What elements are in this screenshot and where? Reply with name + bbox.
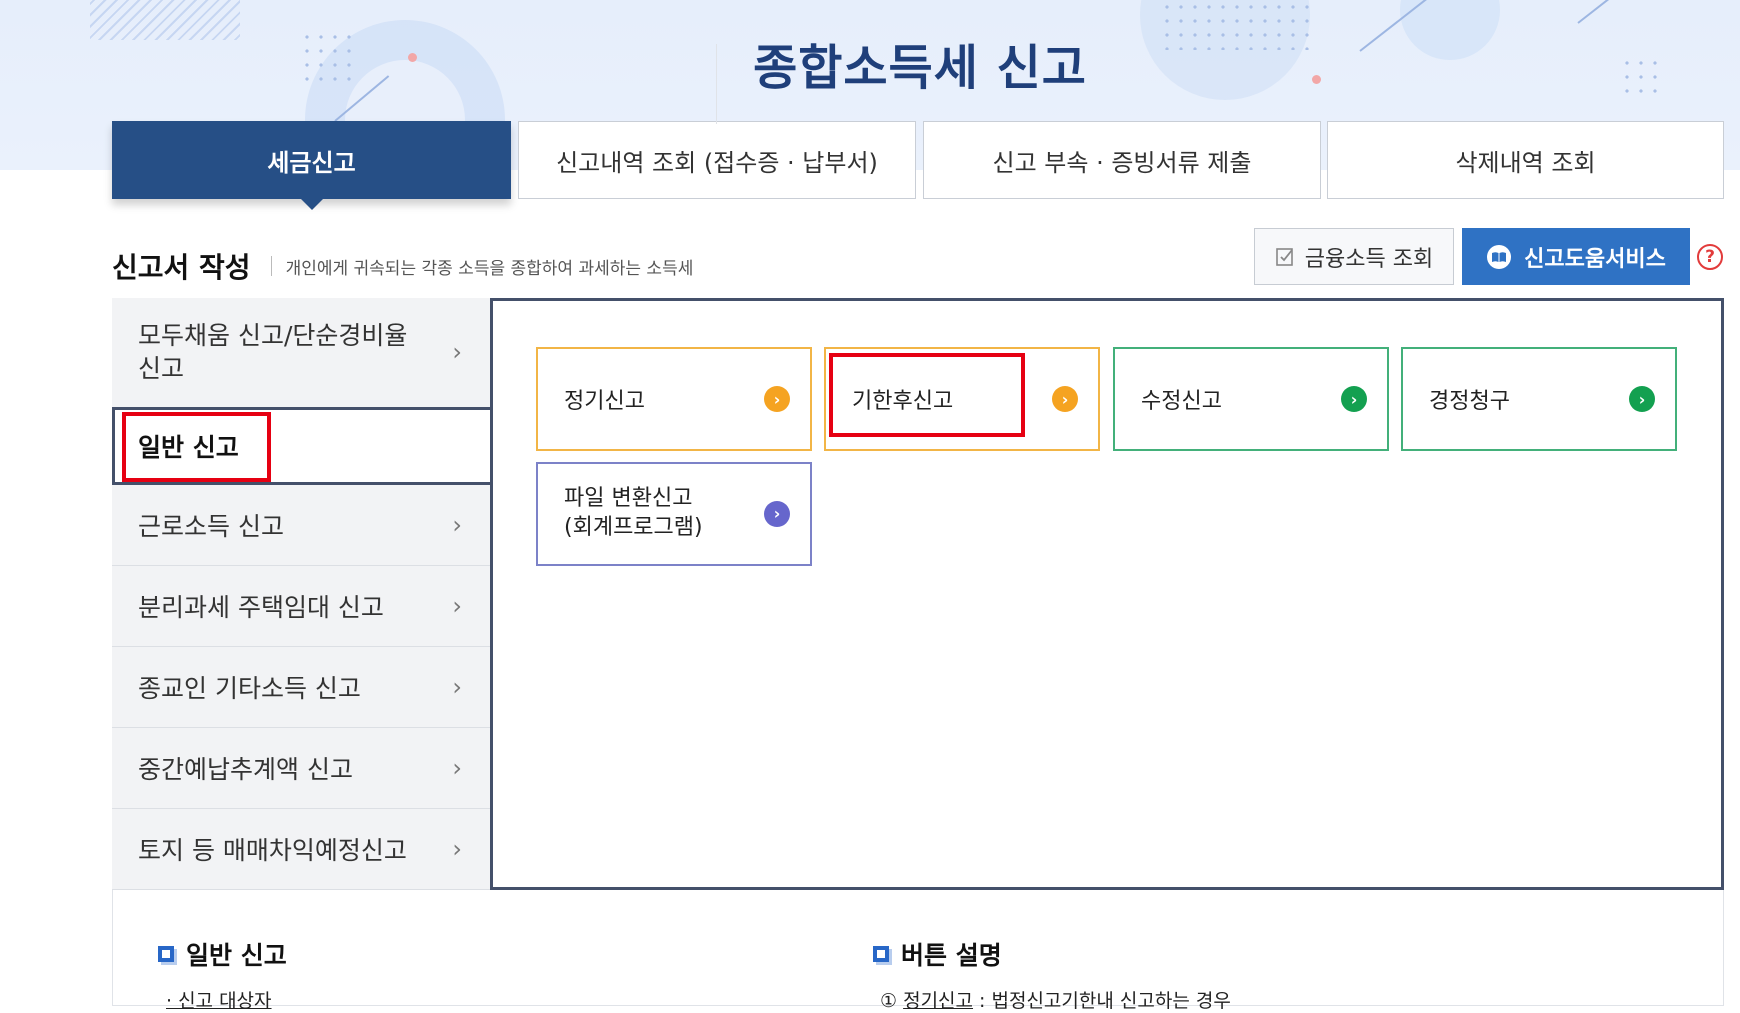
sidebar-item-general[interactable]: 일반 신고 — [112, 407, 490, 485]
chevron-right-icon: › — [764, 386, 790, 412]
main-tabs: 세금신고 신고내역 조회 (접수증 · 납부서) 신고 부속 · 증빙서류 제출… — [112, 121, 1724, 210]
side-navigation: 모두채움 신고/단순경비율 신고 › 일반 신고 근로소득 신고 › 분리과세 … — [112, 298, 490, 890]
late-filing-card[interactable]: 기한후신고 › — [824, 347, 1100, 451]
regular-filing-card[interactable]: 정기신고 › — [536, 347, 812, 451]
card-label: 기한후신고 — [852, 389, 954, 414]
square-bullet-icon — [873, 946, 889, 962]
card-label: 파일 변환신고 (회계프로그램) — [564, 485, 703, 542]
sidebar-item-earned-income[interactable]: 근로소득 신고 › — [112, 485, 490, 566]
tab-document-submit[interactable]: 신고 부속 · 증빙서류 제출 — [923, 121, 1321, 199]
info-button-desc: ① 정기신고 : 법정신고기한내 신고하는 경우 — [880, 986, 1231, 1013]
chevron-right-icon: › — [1052, 386, 1078, 412]
section-header: 신고서 작성 개인에게 귀속되는 각종 소득을 종합하여 과세하는 소득세 — [112, 246, 693, 286]
book-icon — [1487, 244, 1512, 269]
info-heading-text: 일반 신고 — [186, 941, 287, 970]
chevron-right-icon: › — [452, 592, 462, 620]
financial-income-button[interactable]: 금융소득 조회 — [1254, 228, 1454, 285]
sidebar-item-label: 일반 신고 — [138, 433, 239, 462]
financial-income-label: 금융소득 조회 — [1304, 246, 1434, 272]
help-service-label: 신고도움서비스 — [1524, 246, 1666, 272]
info-desc-text: : 법정신고기한내 신고하는 경우 — [973, 990, 1231, 1012]
info-number: ① — [880, 990, 898, 1012]
sidebar-item-label: 근로소득 신고 — [138, 512, 284, 541]
sidebar-item-rental[interactable]: 분리과세 주택임대 신고 › — [112, 566, 490, 647]
chevron-right-icon: › — [452, 337, 462, 366]
check-doc-icon — [1275, 247, 1293, 266]
section-title: 신고서 작성 — [112, 251, 251, 284]
file-conversion-card[interactable]: 파일 변환신고 (회계프로그램) › — [536, 462, 812, 566]
chevron-right-icon: › — [452, 673, 462, 701]
chevron-right-icon: › — [1341, 386, 1367, 412]
sidebar-item-label: 토지 등 매매차익예정신고 — [138, 836, 407, 865]
card-label: 정기신고 — [564, 389, 645, 414]
amended-filing-card[interactable]: 수정신고 › — [1113, 347, 1389, 451]
sidebar-item-label: 중간예납추계액 신고 — [138, 755, 353, 784]
sidebar-item-label: 종교인 기타소득 신고 — [138, 674, 361, 703]
info-link-regular[interactable]: 정기신고 — [903, 990, 973, 1012]
chevron-right-icon: › — [452, 511, 462, 539]
info-heading-buttons: 버튼 설명 — [873, 936, 1002, 972]
section-description: 개인에게 귀속되는 각종 소득을 종합하여 과세하는 소득세 — [285, 258, 694, 279]
info-heading-text: 버튼 설명 — [901, 941, 1002, 970]
info-heading-general: 일반 신고 — [158, 936, 287, 972]
card-label-line2: (회계프로그램) — [564, 515, 703, 540]
page-title: 종합소득세 신고 — [753, 40, 1087, 96]
chevron-right-icon: › — [452, 835, 462, 863]
sidebar-item-label: 모두채움 신고/단순경비율 신고 — [138, 321, 408, 383]
square-bullet-icon — [158, 946, 174, 962]
sidebar-item-religious[interactable]: 종교인 기타소득 신고 › — [112, 647, 490, 728]
tab-deleted-history[interactable]: 삭제내역 조회 — [1327, 121, 1724, 199]
chevron-right-icon: › — [764, 501, 790, 527]
chevron-right-icon: › — [1629, 386, 1655, 412]
divider — [716, 44, 717, 124]
sidebar-item-land[interactable]: 토지 등 매매차익예정신고 › — [112, 809, 490, 890]
chevron-right-icon: › — [452, 754, 462, 782]
sidebar-item-label: 분리과세 주택임대 신고 — [138, 593, 384, 622]
correction-claim-card[interactable]: 경정청구 › — [1401, 347, 1677, 451]
divider — [270, 256, 272, 276]
tab-tax-filing[interactable]: 세금신고 — [112, 121, 511, 210]
card-label-line1: 파일 변환신고 — [564, 486, 693, 512]
decor-line — [1577, 0, 1615, 24]
sidebar-item-interim[interactable]: 중간예납추계액 신고 › — [112, 728, 490, 809]
sidebar-item-prefilled[interactable]: 모두채움 신고/단순경비율 신고 › — [112, 298, 490, 408]
card-label: 수정신고 — [1141, 389, 1222, 414]
info-target-text: · 신고 대상자 — [166, 990, 272, 1012]
help-service-button[interactable]: 신고도움서비스 — [1462, 228, 1690, 285]
question-icon[interactable]: ? — [1697, 244, 1723, 270]
tab-filing-history[interactable]: 신고내역 조회 (접수증 · 납부서) — [518, 121, 916, 199]
info-target-link[interactable]: · 신고 대상자 — [166, 986, 272, 1013]
card-label: 경정청구 — [1429, 389, 1510, 414]
